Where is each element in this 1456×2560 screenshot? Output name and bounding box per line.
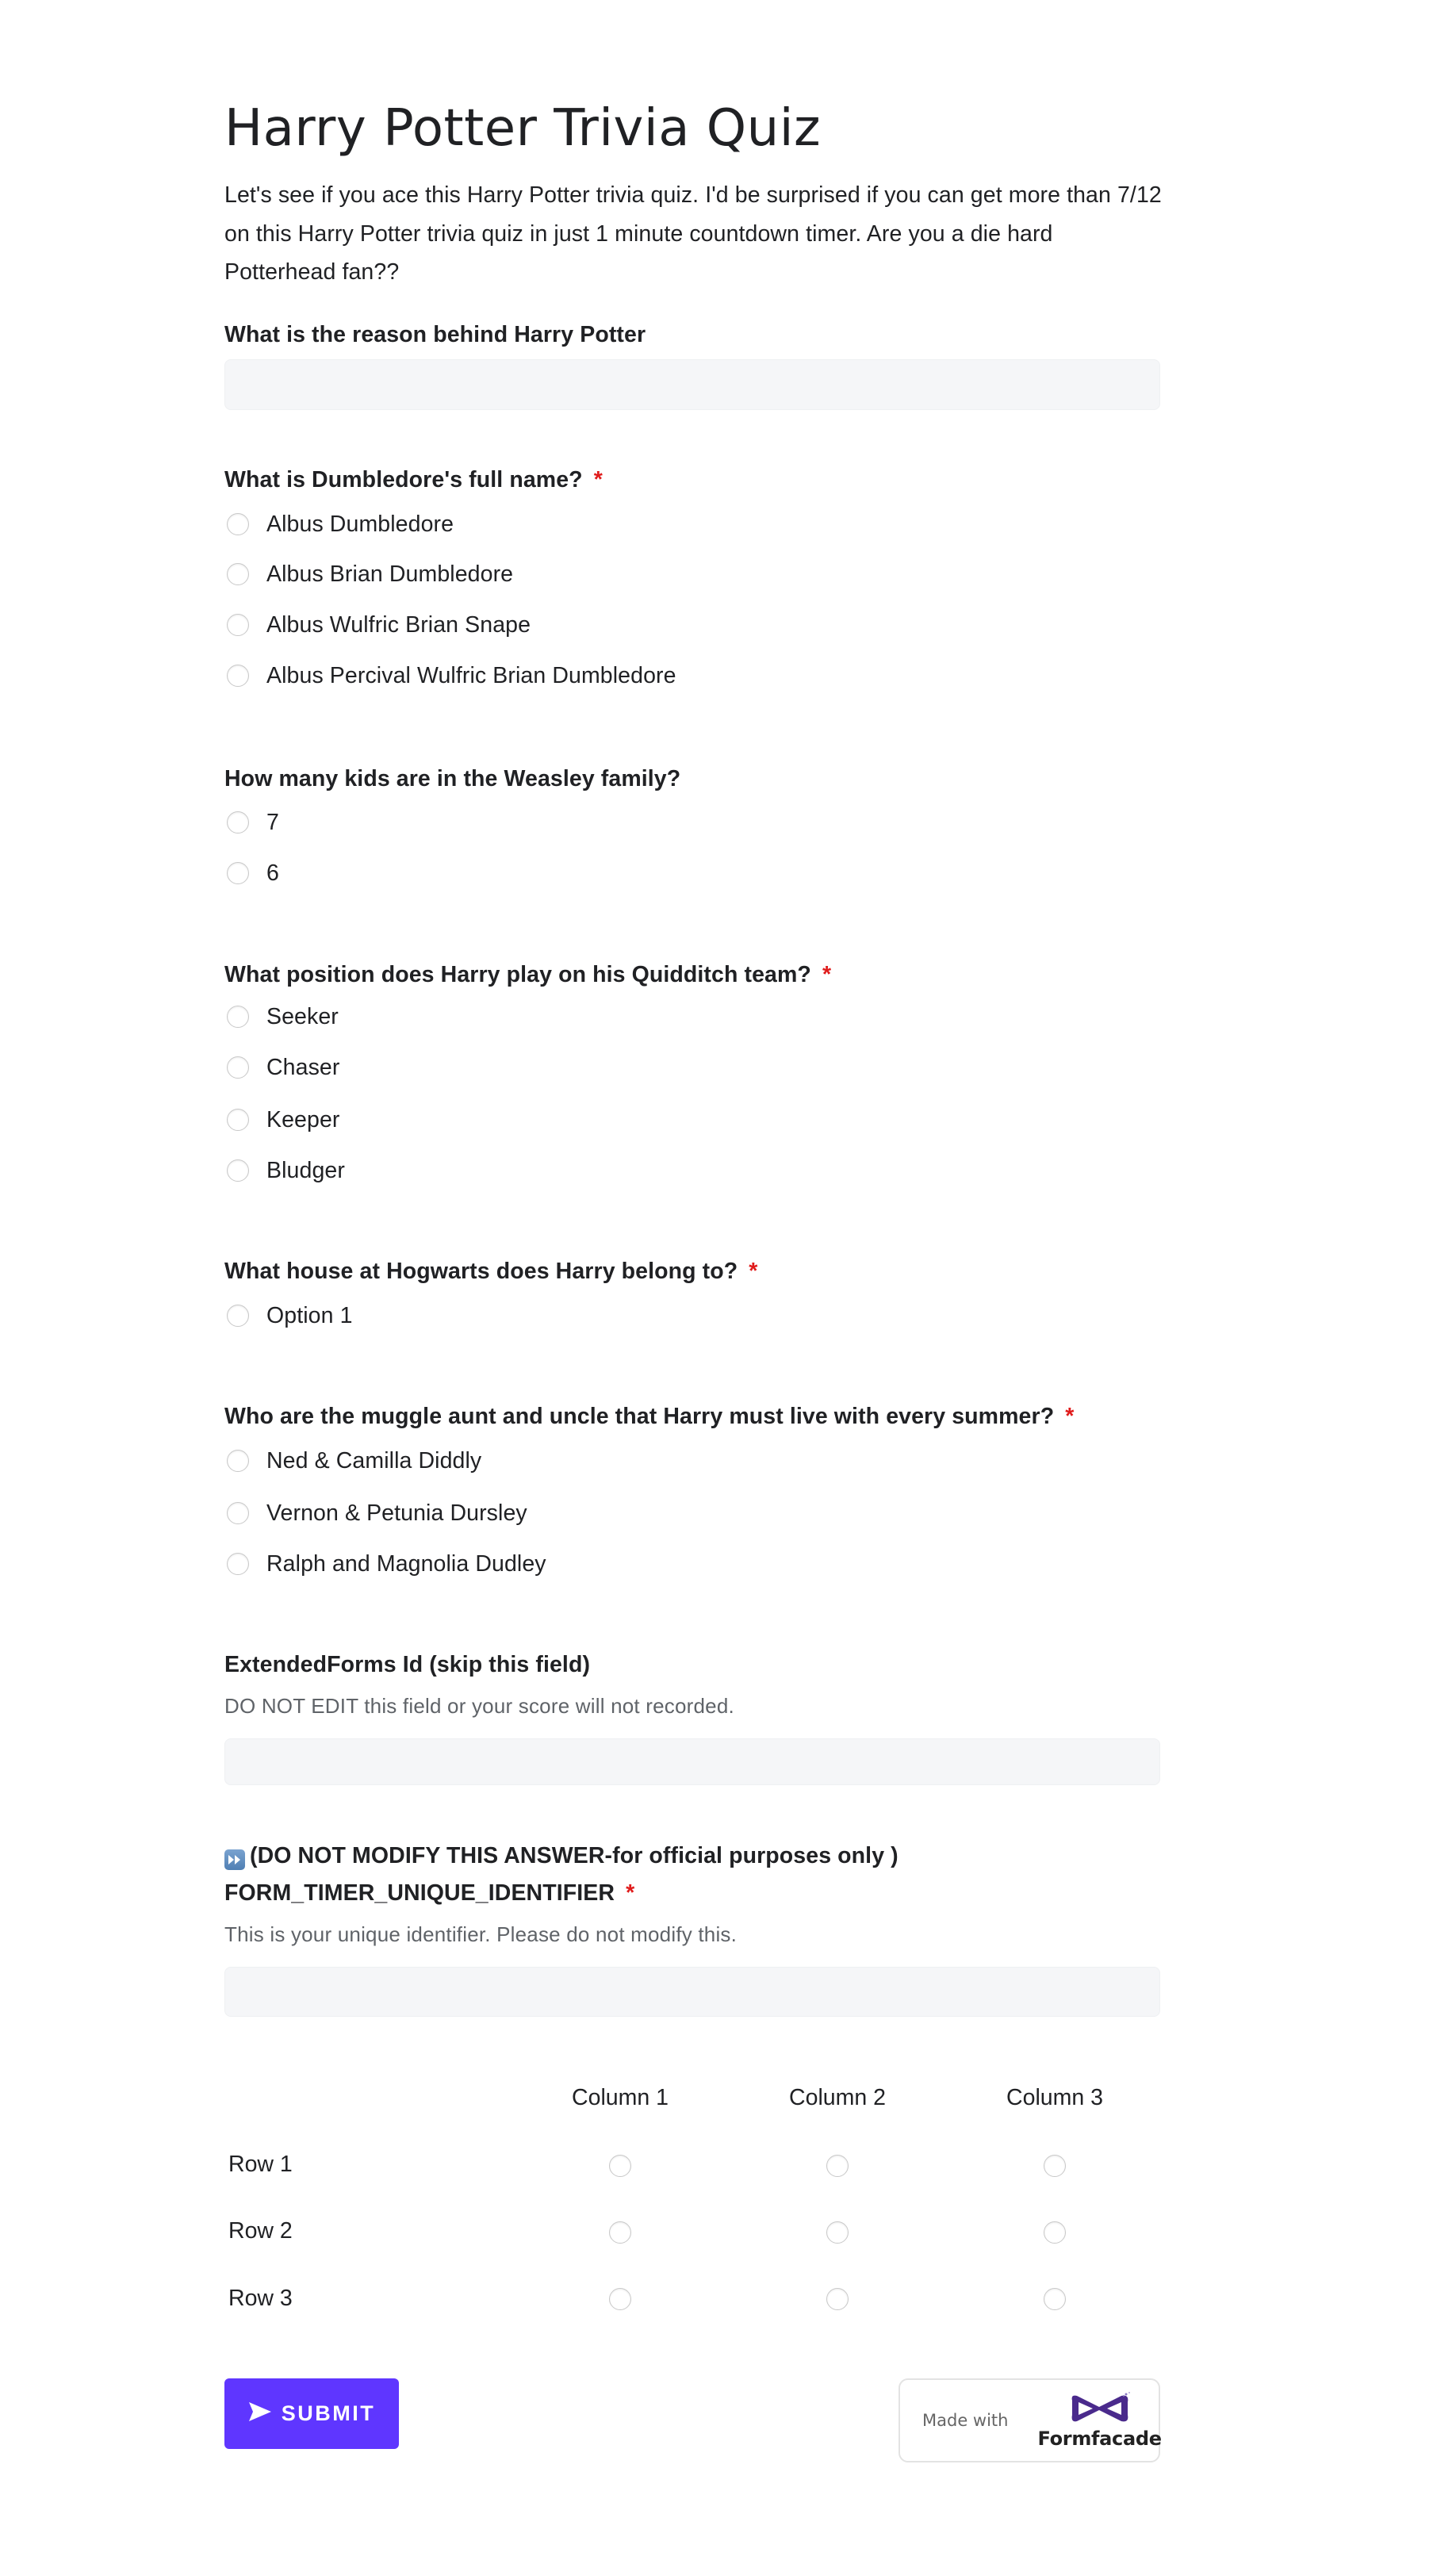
radio-option[interactable]: Albus Brian Dumbledore: [224, 558, 513, 590]
grid-column-header: Column 3: [1006, 2085, 1103, 2110]
grid-radio-r1-c3[interactable]: [1044, 2155, 1066, 2177]
reason-input[interactable]: [224, 359, 1160, 410]
option-label: Ned & Camilla Diddly: [266, 1447, 482, 1474]
timer-identifier-input[interactable]: [224, 1967, 1160, 2017]
radio-button[interactable]: [227, 513, 249, 535]
option-label: Chaser: [266, 1054, 340, 1080]
question-text: How many kids are in the Weasley family?: [224, 766, 681, 791]
timer-help: This is your unique identifier. Please d…: [224, 1922, 738, 1946]
radio-button[interactable]: [227, 1450, 249, 1472]
extended-id-help: DO NOT EDIT this field or your score wil…: [224, 1694, 734, 1718]
radio-button[interactable]: [227, 1056, 249, 1079]
option-label: Albus Brian Dumbledore: [266, 561, 514, 587]
send-icon: [248, 2401, 272, 2426]
radio-button[interactable]: [227, 1305, 249, 1327]
grid-radio-r3-c1[interactable]: [609, 2288, 631, 2310]
option-label: Vernon & Petunia Dursley: [266, 1500, 527, 1526]
question-text: What position does Harry play on his Qui…: [224, 962, 811, 987]
radio-option[interactable]: Albus Dumbledore: [224, 508, 454, 540]
formfacade-logo: Formfacade: [1037, 2391, 1162, 2450]
formfacade-badge[interactable]: Made with Formfacade: [899, 2378, 1162, 2462]
grid-radio-r2-c1[interactable]: [609, 2221, 631, 2244]
radio-button[interactable]: [227, 1553, 249, 1575]
required-asterisk: *: [593, 467, 603, 492]
fast-forward-icon: [224, 1849, 245, 1870]
radio-button[interactable]: [227, 614, 249, 636]
grid-row-label: Row 3: [228, 2286, 293, 2311]
option-label: 6: [266, 860, 279, 886]
question-label-reason: What is the reason behind Harry Potter: [224, 320, 646, 349]
radio-button[interactable]: [227, 1502, 249, 1524]
required-asterisk: *: [822, 962, 832, 987]
grid-radio-r3-c2[interactable]: [826, 2288, 849, 2310]
radio-option[interactable]: 7: [224, 807, 279, 838]
radio-button[interactable]: [227, 1109, 249, 1131]
option-label: Keeper: [266, 1106, 340, 1132]
required-asterisk: *: [1065, 1404, 1075, 1429]
radio-option[interactable]: Albus Percival Wulfric Brian Dumbledore: [224, 660, 676, 692]
question-label-timer: (DO NOT MODIFY THIS ANSWER-for official …: [224, 1841, 899, 1870]
radio-option[interactable]: Seeker: [224, 1001, 339, 1033]
question-text: (DO NOT MODIFY THIS ANSWER-for official …: [250, 1843, 899, 1868]
option-label: Seeker: [266, 1003, 339, 1029]
radio-option[interactable]: Albus Wulfric Brian Snape: [224, 609, 531, 641]
question-label-timer-id: FORM_TIMER_UNIQUE_IDENTIFIER *: [224, 1879, 634, 1907]
option-label: Option 1: [266, 1302, 353, 1328]
radio-button[interactable]: [227, 811, 249, 834]
grid-radio-r1-c1[interactable]: [609, 2155, 631, 2177]
option-label: Ralph and Magnolia Dudley: [266, 1550, 546, 1577]
radio-option[interactable]: Option 1: [224, 1300, 353, 1332]
made-with-text: Made with: [922, 2411, 1009, 2430]
grid-radio-r1-c2[interactable]: [826, 2155, 849, 2177]
question-text: Who are the muggle aunt and uncle that H…: [224, 1404, 1055, 1429]
option-label: 7: [266, 809, 279, 835]
question-label-weasley: How many kids are in the Weasley family?: [224, 765, 680, 793]
brand-name: Formfacade: [1037, 2428, 1162, 2450]
form-description: Let's see if you ace this Harry Potter t…: [224, 182, 1162, 285]
grid-row-label: Row 1: [228, 2152, 293, 2177]
option-label: Albus Wulfric Brian Snape: [266, 611, 531, 638]
radio-button[interactable]: [227, 1159, 249, 1182]
grid-column-header: Column 1: [572, 2085, 669, 2110]
radio-option[interactable]: Ned & Camilla Diddly: [224, 1445, 481, 1477]
radio-button[interactable]: [227, 563, 249, 585]
question-label-quidditch: What position does Harry play on his Qui…: [224, 960, 831, 989]
submit-label: SUBMIT: [281, 2401, 376, 2425]
radio-option[interactable]: Bludger: [224, 1155, 345, 1186]
radio-option[interactable]: 6: [224, 857, 279, 889]
question-label-muggles: Who are the muggle aunt and uncle that H…: [224, 1402, 1074, 1431]
question-text: FORM_TIMER_UNIQUE_IDENTIFIER: [224, 1880, 615, 1906]
submit-button[interactable]: SUBMIT: [224, 2378, 399, 2449]
formfacade-infinity-icon: [1071, 2392, 1130, 2422]
grid-row-label: Row 2: [228, 2218, 293, 2244]
question-text: ExtendedForms Id (skip this field): [224, 1652, 591, 1677]
grid-radio-r2-c2[interactable]: [826, 2221, 849, 2244]
question-text: What house at Hogwarts does Harry belong…: [224, 1259, 738, 1284]
radio-option[interactable]: Chaser: [224, 1052, 339, 1083]
question-label-extended-id: ExtendedForms Id (skip this field): [224, 1650, 590, 1679]
question-label-house: What house at Hogwarts does Harry belong…: [224, 1257, 758, 1286]
radio-button[interactable]: [227, 665, 249, 687]
grid-radio-r2-c3[interactable]: [1044, 2221, 1066, 2244]
grid-column-header: Column 2: [789, 2085, 886, 2110]
radio-button[interactable]: [227, 862, 249, 884]
question-text: What is the reason behind Harry Potter: [224, 322, 646, 347]
radio-option[interactable]: Vernon & Petunia Dursley: [224, 1497, 527, 1529]
form-title: Harry Potter Trivia Quiz: [224, 99, 822, 158]
required-asterisk: *: [749, 1259, 758, 1284]
option-label: Albus Dumbledore: [266, 511, 454, 537]
grid-radio-r3-c3[interactable]: [1044, 2288, 1066, 2310]
required-asterisk: *: [626, 1880, 635, 1906]
radio-option[interactable]: Keeper: [224, 1104, 340, 1136]
question-text: What is Dumbledore's full name?: [224, 467, 583, 492]
option-label: Albus Percival Wulfric Brian Dumbledore: [266, 662, 676, 688]
extended-id-input[interactable]: [224, 1738, 1160, 1785]
question-label-dumbledore: What is Dumbledore's full name? *: [224, 466, 603, 494]
option-label: Bludger: [266, 1157, 345, 1183]
radio-button[interactable]: [227, 1006, 249, 1028]
radio-option[interactable]: Ralph and Magnolia Dudley: [224, 1548, 546, 1580]
